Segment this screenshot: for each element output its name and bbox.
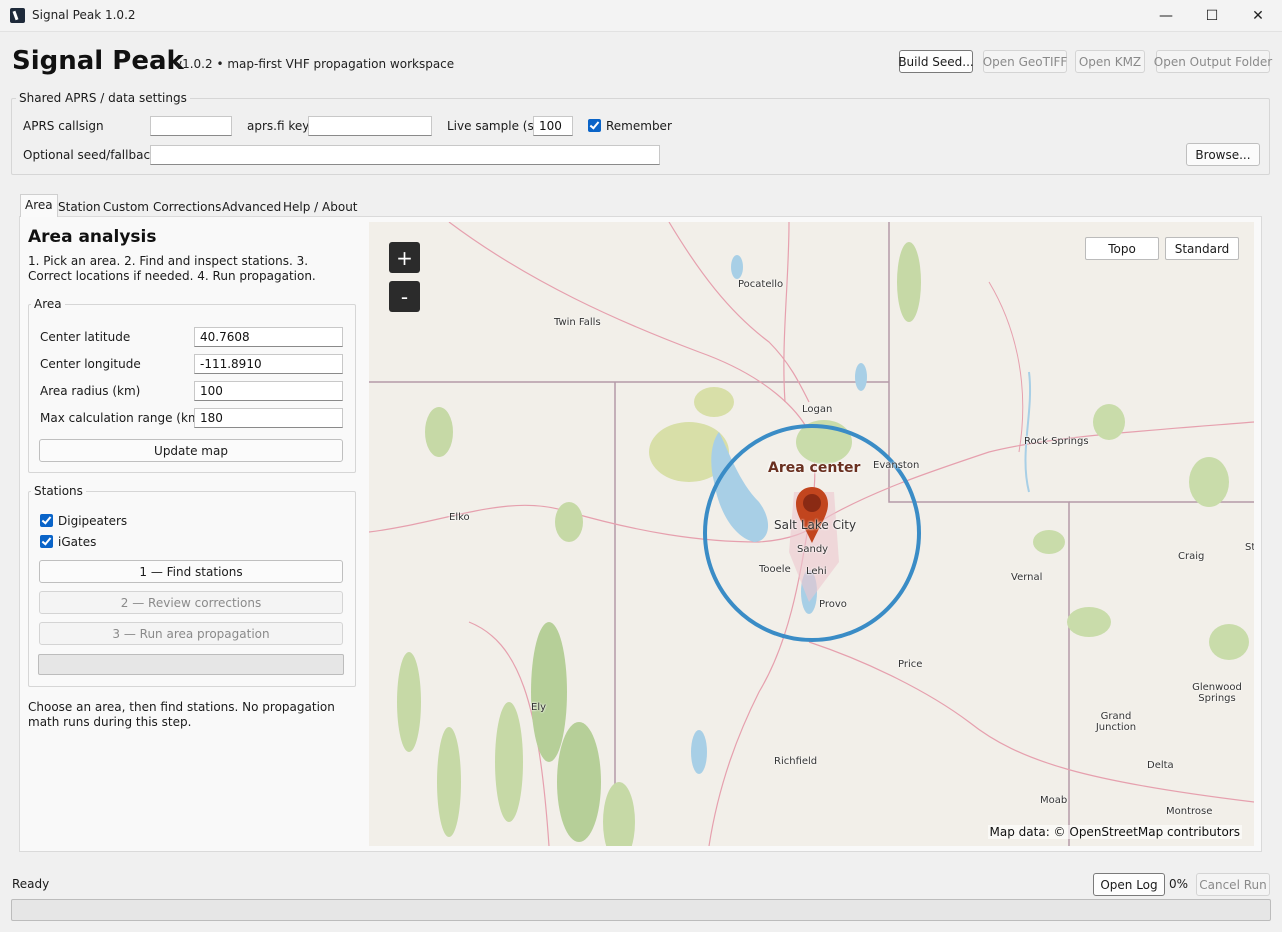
tab-help-about[interactable]: Help / About bbox=[278, 196, 363, 217]
progress-percent: 0% bbox=[1169, 877, 1189, 891]
city-label: Tooele bbox=[759, 564, 791, 575]
run-area-propagation-button[interactable]: 3 — Run area propagation bbox=[39, 622, 343, 645]
city-label: Glenwood Springs bbox=[1192, 682, 1242, 704]
app-name: Signal Peak bbox=[12, 46, 184, 76]
remember-checkbox[interactable] bbox=[588, 119, 601, 132]
map-background bbox=[369, 222, 1254, 846]
stations-group-title: Stations bbox=[31, 484, 86, 498]
igates-label: iGates bbox=[58, 535, 97, 549]
radius-input[interactable]: 100 bbox=[194, 381, 343, 401]
digipeaters-checkbox[interactable] bbox=[40, 514, 53, 527]
radius-label: Area radius (km) bbox=[40, 384, 141, 398]
tab-corrections[interactable]: Corrections bbox=[148, 196, 226, 217]
seed-input[interactable] bbox=[150, 145, 660, 165]
area-group-title: Area bbox=[31, 297, 65, 311]
city-label: Twin Falls bbox=[554, 317, 601, 328]
city-label: Vernal bbox=[1011, 572, 1043, 583]
area-analysis-title: Area analysis bbox=[28, 227, 157, 247]
city-label: Craig bbox=[1178, 551, 1205, 562]
tab-advanced[interactable]: Advanced bbox=[217, 196, 286, 217]
map-attribution: Map data: © OpenStreetMap contributors bbox=[987, 825, 1242, 839]
digipeaters-label: Digipeaters bbox=[58, 514, 128, 528]
callsign-input[interactable] bbox=[150, 116, 232, 136]
city-label: Ely bbox=[531, 702, 547, 713]
remember-label: Remember bbox=[606, 119, 672, 133]
city-label: St bbox=[1245, 542, 1254, 553]
city-label: Provo bbox=[819, 599, 847, 610]
city-label: Salt Lake City bbox=[774, 518, 857, 532]
zoom-in-button[interactable]: + bbox=[389, 242, 420, 273]
status-text: Ready bbox=[12, 877, 50, 891]
callsign-label: APRS callsign bbox=[23, 119, 104, 133]
review-corrections-button[interactable]: 2 — Review corrections bbox=[39, 591, 343, 614]
city-label: Elko bbox=[449, 512, 470, 523]
open-kmz-button[interactable]: Open KMZ bbox=[1075, 50, 1145, 73]
city-label: Pocatello bbox=[738, 279, 784, 290]
city-label: Price bbox=[898, 659, 923, 670]
city-label: Delta bbox=[1147, 760, 1174, 771]
city-label: Montrose bbox=[1166, 806, 1213, 817]
app-icon bbox=[10, 8, 25, 23]
city-label: Logan bbox=[802, 404, 833, 415]
center-lat-label: Center latitude bbox=[40, 330, 131, 344]
standard-button[interactable]: Standard bbox=[1165, 237, 1239, 260]
city-label: Moab bbox=[1040, 795, 1068, 806]
seed-label: Optional seed/fallback bbox=[23, 148, 157, 162]
center-lon-label: Center longitude bbox=[40, 357, 141, 371]
area-note: Choose an area, then find stations. No p… bbox=[28, 700, 335, 729]
maximize-button[interactable]: ☐ bbox=[1189, 0, 1235, 32]
minimize-button[interactable]: — bbox=[1143, 0, 1189, 32]
aprs-key-label: aprs.fi key bbox=[247, 119, 310, 133]
browse-button[interactable]: Browse... bbox=[1186, 143, 1260, 166]
open-geotiff-button[interactable]: Open GeoTIFF bbox=[983, 50, 1067, 73]
build-seed-button[interactable]: Build Seed... bbox=[898, 50, 974, 73]
city-label: Sandy bbox=[797, 544, 829, 555]
max-range-input[interactable]: 180 bbox=[194, 408, 343, 428]
app-subtitle: v1.0.2 • map-first VHF propagation works… bbox=[175, 57, 455, 71]
live-sample-input[interactable]: 100 bbox=[533, 116, 573, 136]
zoom-out-button[interactable]: - bbox=[389, 281, 420, 312]
stations-progress-bar bbox=[38, 654, 344, 675]
city-label: Rock Springs bbox=[1024, 436, 1089, 447]
update-map-button[interactable]: Update map bbox=[39, 439, 343, 462]
city-label: Richfield bbox=[774, 756, 818, 767]
center-lat-input[interactable]: 40.7608 bbox=[194, 327, 343, 347]
max-range-label: Max calculation range (km) bbox=[40, 411, 205, 425]
center-lon-input[interactable]: -111.8910 bbox=[194, 354, 343, 374]
open-output-folder-button[interactable]: Open Output Folder bbox=[1154, 50, 1272, 73]
main-progress-bar bbox=[11, 899, 1271, 921]
area-center-label: Area center bbox=[768, 460, 861, 476]
title-bar bbox=[0, 0, 1282, 32]
city-label: Grand Junction bbox=[1095, 711, 1137, 733]
city-label: Evanston bbox=[873, 460, 920, 471]
city-label: Lehi bbox=[806, 566, 827, 577]
live-sample-label: Live sample (s) bbox=[447, 119, 539, 133]
open-log-button[interactable]: Open Log bbox=[1093, 873, 1165, 896]
tab-custom[interactable]: Custom bbox=[98, 196, 154, 217]
aprs-key-input[interactable] bbox=[308, 116, 432, 136]
topo-button[interactable]: Topo bbox=[1085, 237, 1159, 260]
tab-area[interactable]: Area bbox=[20, 194, 58, 217]
igates-checkbox[interactable] bbox=[40, 535, 53, 548]
area-steps-text: 1. Pick an area. 2. Find and inspect sta… bbox=[28, 254, 316, 283]
window-title: Signal Peak 1.0.2 bbox=[32, 8, 136, 22]
shared-settings-title: Shared APRS / data settings bbox=[16, 91, 190, 105]
close-button[interactable]: ✕ bbox=[1235, 0, 1281, 32]
cancel-run-button[interactable]: Cancel Run bbox=[1196, 873, 1270, 896]
map-view[interactable]: + - Topo Standard Area center Pocatello … bbox=[369, 222, 1254, 846]
find-stations-button[interactable]: 1 — Find stations bbox=[39, 560, 343, 583]
